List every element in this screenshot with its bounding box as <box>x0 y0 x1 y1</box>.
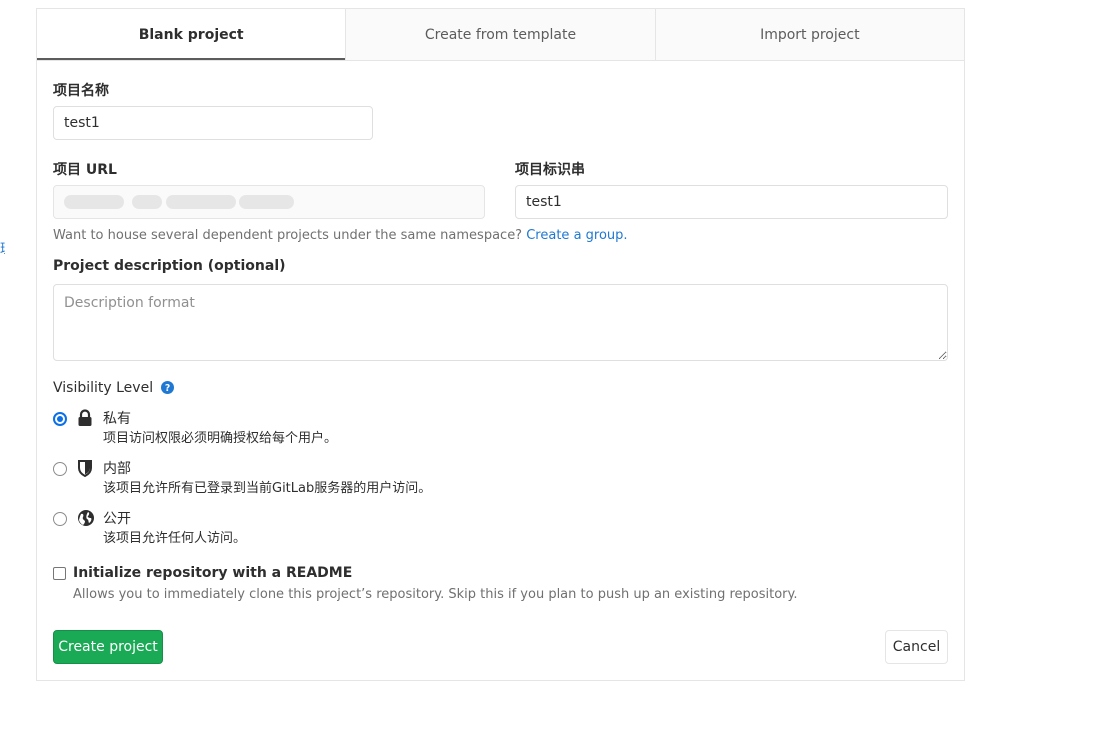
project-slug-label: 项目标识串 <box>515 162 585 178</box>
svg-text:?: ? <box>164 383 169 394</box>
internal-radio[interactable] <box>53 462 67 476</box>
project-url-label: 项目 URL <box>53 162 117 178</box>
readme-help: Allows you to immediately clone this pro… <box>73 587 798 602</box>
project-tabs: Blank project Create from template Impor… <box>37 9 964 61</box>
create-group-link[interactable]: Create a group. <box>526 228 627 243</box>
description-label: Project description (optional) <box>53 258 286 274</box>
private-title: 私有 <box>103 411 131 427</box>
public-radio[interactable] <box>53 512 67 526</box>
create-project-button[interactable]: Create project <box>53 630 163 664</box>
project-url-namespace-select[interactable] <box>53 185 485 219</box>
visibility-option-private[interactable]: 私有 项目访问权限必须明确授权给每个用户。 <box>53 408 653 448</box>
readme-label[interactable]: Initialize repository with a README <box>73 565 352 581</box>
visibility-label: Visibility Level <box>53 380 154 396</box>
visibility-option-public[interactable]: 公开 该项目允许任何人访问。 <box>53 508 653 548</box>
tab-create-from-template[interactable]: Create from template <box>346 9 656 60</box>
visibility-heading: Visibility Level ? <box>53 380 174 396</box>
sidebar-link-fragment[interactable]: 理 <box>0 238 5 254</box>
tab-blank-project[interactable]: Blank project <box>37 9 347 60</box>
redacted-text <box>64 195 124 209</box>
namespace-help: Want to house several dependent projects… <box>53 228 523 243</box>
namespace-help-text: Want to house several dependent projects… <box>53 228 628 243</box>
visibility-option-internal[interactable]: 内部 该项目允许所有已登录到当前GitLab服务器的用户访问。 <box>53 458 653 498</box>
new-project-panel: Blank project Create from template Impor… <box>36 8 965 681</box>
project-name-label: 项目名称 <box>53 83 109 99</box>
globe-icon <box>77 509 95 527</box>
project-slug-value: test1 <box>526 194 562 210</box>
shield-icon <box>77 459 95 478</box>
private-radio[interactable] <box>53 412 67 426</box>
question-circle-icon[interactable]: ? <box>160 381 174 394</box>
private-description: 项目访问权限必须明确授权给每个用户。 <box>103 431 338 446</box>
internal-title: 内部 <box>103 461 131 477</box>
project-slug-input[interactable]: test1 <box>515 185 948 219</box>
redacted-text <box>166 195 236 209</box>
project-name-input[interactable]: test1 <box>53 106 373 140</box>
redacted-text <box>239 195 294 209</box>
internal-description: 该项目允许所有已登录到当前GitLab服务器的用户访问。 <box>103 481 432 496</box>
public-title: 公开 <box>103 511 131 527</box>
readme-checkbox[interactable] <box>53 567 66 580</box>
lock-icon <box>77 409 95 427</box>
project-name-value: test1 <box>64 115 100 131</box>
tab-import-project[interactable]: Import project <box>655 9 964 60</box>
public-description: 该项目允许任何人访问。 <box>103 531 247 546</box>
redacted-text <box>132 195 162 209</box>
cancel-button[interactable]: Cancel <box>885 630 948 664</box>
description-textarea[interactable] <box>53 284 948 361</box>
